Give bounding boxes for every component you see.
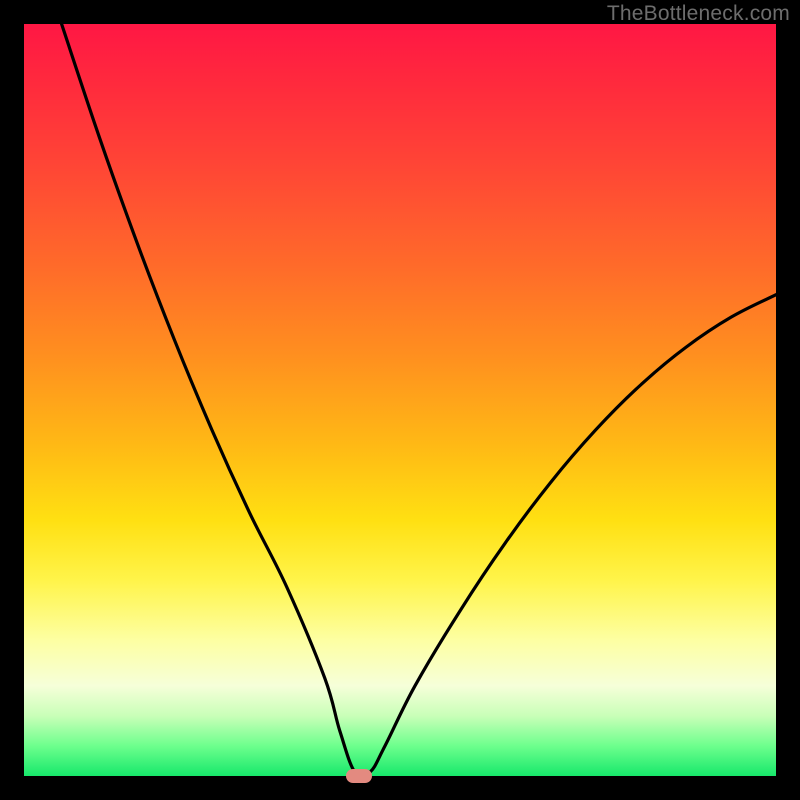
watermark-text: TheBottleneck.com [607,2,790,26]
bottleneck-curve [24,24,776,776]
chart-frame: TheBottleneck.com [0,0,800,800]
curve-path [62,24,776,777]
minimum-marker [346,769,372,783]
